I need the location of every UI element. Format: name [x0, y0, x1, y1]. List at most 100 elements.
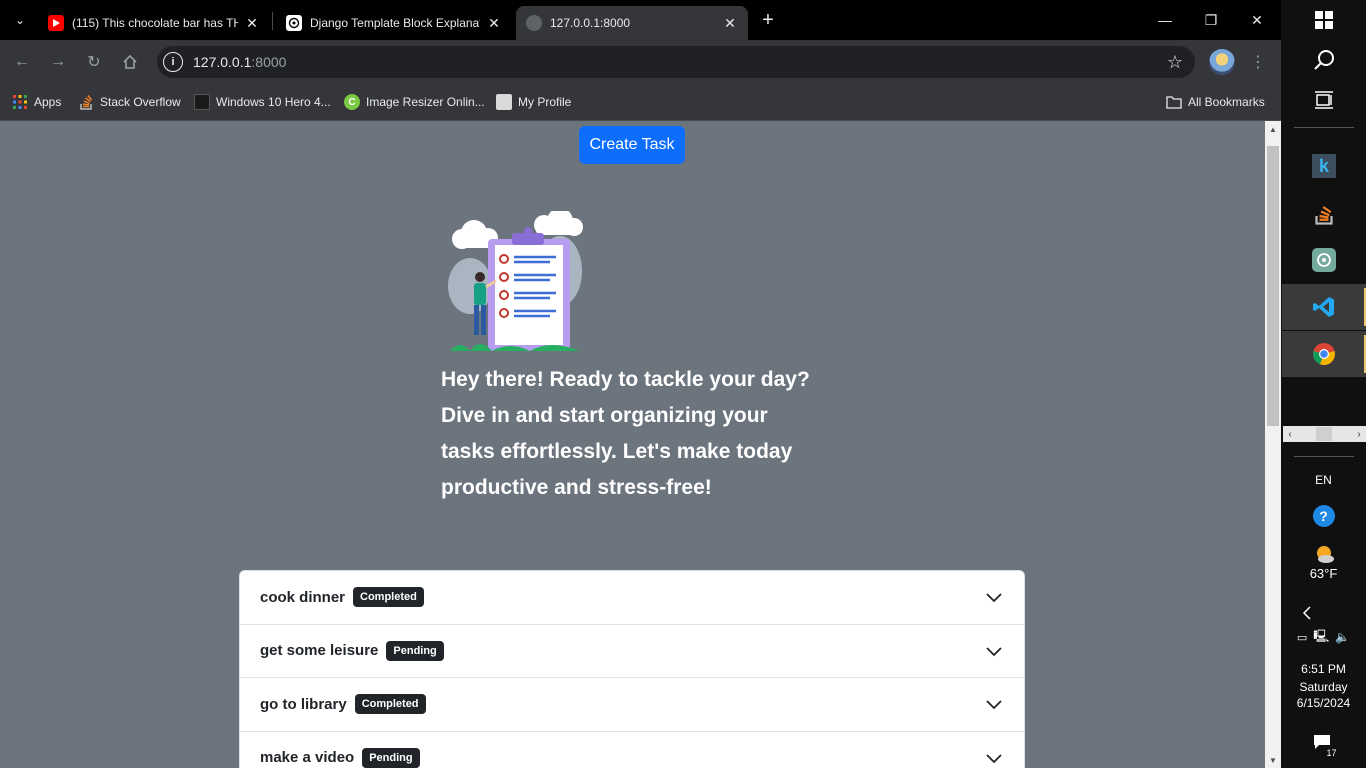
status-badge: Completed [353, 587, 424, 608]
language-indicator[interactable]: EN [1281, 473, 1366, 487]
clock-day[interactable]: Saturday [1281, 680, 1366, 694]
clock-time[interactable]: 6:51 PM [1281, 662, 1366, 676]
help-icon[interactable]: ? [1281, 504, 1366, 528]
bookmark-label: Windows 10 Hero 4... [216, 95, 331, 109]
status-badge: Pending [386, 640, 444, 661]
close-window-button[interactable]: ✕ [1234, 6, 1280, 34]
chevron-down-icon[interactable] [984, 641, 1004, 661]
bookmark-apps[interactable]: Apps [12, 92, 61, 112]
notifications-icon[interactable]: 17 [1281, 732, 1366, 758]
status-badge: Completed [354, 694, 426, 715]
chevron-down-icon[interactable] [984, 694, 1004, 714]
menu-dots-icon[interactable]: ⋮ [1250, 52, 1266, 72]
task-name: go to library [260, 695, 347, 713]
windows-hero-icon [194, 94, 210, 110]
task-item[interactable]: make a video Pending [240, 732, 1024, 768]
reload-icon[interactable]: ↻ [82, 50, 106, 74]
taskbar-app-vscode[interactable] [1282, 284, 1366, 330]
bookmark-label: My Profile [518, 95, 572, 109]
back-arrow-icon[interactable]: ← [10, 50, 34, 74]
forward-arrow-icon[interactable]: → [46, 50, 70, 74]
stackoverflow-icon [78, 94, 94, 110]
address-bar[interactable]: i 127.0.0.1:8000 ☆ [157, 46, 1195, 78]
page-viewport: Create Task Hey there! Ready to tackle y… [0, 121, 1265, 768]
page-scrollbar[interactable]: ▲ ▼ [1265, 121, 1281, 768]
task-item[interactable]: cook dinner Completed [240, 571, 1024, 625]
notification-count: 17 [1324, 748, 1339, 758]
chevron-left-icon[interactable]: ‹ [1283, 426, 1297, 442]
scrollbar-thumb[interactable] [1267, 146, 1279, 426]
home-icon[interactable] [118, 50, 142, 74]
welcome-message: Hey there! Ready to tackle your day? Div… [441, 368, 810, 499]
chevron-down-icon[interactable] [984, 748, 1004, 768]
volume-icon[interactable]: 🔈 [1335, 630, 1350, 644]
close-icon[interactable]: ✕ [244, 15, 260, 31]
task-name: get some leisure [260, 642, 379, 660]
apps-grid-icon [12, 94, 28, 110]
windows-start-icon[interactable] [1281, 8, 1366, 32]
windows-taskbar: k EN ? 63°F ▭ 🖳 🔈 6:51 PM Saturday 6/15/… [1281, 0, 1366, 768]
all-bookmarks-button[interactable]: All Bookmarks [1166, 92, 1265, 112]
tab-localhost[interactable]: 127.0.0.1:8000 ✕ [516, 6, 748, 40]
clock-date[interactable]: 6/15/2024 [1281, 696, 1366, 710]
tab-search-chevron-icon[interactable]: ⌄ [8, 8, 32, 32]
chrome-icon [1313, 343, 1335, 366]
k-app-icon: k [1312, 154, 1336, 178]
vscode-icon [1313, 297, 1334, 317]
bookmark-windows-hero[interactable]: Windows 10 Hero 4... [194, 92, 331, 112]
taskbar-app-chatgpt[interactable] [1282, 237, 1366, 283]
scroll-up-arrow-icon[interactable]: ▲ [1265, 121, 1281, 137]
close-icon[interactable]: ✕ [722, 15, 738, 31]
scroll-down-arrow-icon[interactable]: ▼ [1265, 752, 1281, 768]
network-icon[interactable]: 🖳 [1313, 627, 1329, 648]
bookmark-stackoverflow[interactable]: Stack Overflow [78, 92, 181, 112]
system-tray-icons[interactable]: ▭ 🖳 🔈 [1281, 628, 1366, 646]
chatgpt-icon [1312, 248, 1336, 272]
tab-title: Django Template Block Explanation [310, 16, 480, 30]
chevron-down-icon[interactable] [984, 587, 1004, 607]
create-task-button[interactable]: Create Task [579, 126, 685, 164]
bookmark-label: All Bookmarks [1188, 95, 1265, 109]
taskbar-app-chrome[interactable] [1282, 331, 1366, 377]
weather-temperature[interactable]: 63°F [1281, 566, 1366, 581]
tab-strip: ⌄ (115) This chocolate bar has THIS ✕ Dj… [0, 0, 1281, 40]
scroller-thumb[interactable] [1316, 427, 1332, 441]
url-text[interactable]: 127.0.0.1:8000 [193, 54, 286, 70]
task-checklist-illustration [448, 211, 583, 351]
stackoverflow-icon [1315, 206, 1333, 225]
tab-title: 127.0.0.1:8000 [550, 16, 631, 30]
task-item[interactable]: get some leisure Pending [240, 625, 1024, 678]
tab-youtube[interactable]: (115) This chocolate bar has THIS ✕ [38, 6, 270, 40]
weather-icon[interactable] [1281, 543, 1366, 565]
bookmark-label: Apps [34, 95, 62, 109]
taskbar-app-stackoverflow[interactable] [1282, 190, 1366, 236]
new-tab-button[interactable]: + [756, 8, 780, 32]
bookmark-image-resizer[interactable]: C Image Resizer Onlin... [344, 92, 485, 112]
task-name: make a video [260, 749, 355, 767]
bookmark-label: Stack Overflow [100, 95, 181, 109]
tab-chatgpt[interactable]: Django Template Block Explanation ✕ [276, 6, 512, 40]
profile-page-icon [496, 94, 512, 110]
browser-toolbar: ← → ↻ i 127.0.0.1:8000 ☆ ⋮ [0, 40, 1281, 84]
bookmark-my-profile[interactable]: My Profile [496, 92, 571, 112]
bookmark-star-icon[interactable]: ☆ [1167, 52, 1183, 73]
profile-avatar[interactable] [1207, 47, 1237, 77]
site-info-icon[interactable]: i [163, 52, 183, 72]
search-icon[interactable] [1281, 48, 1366, 72]
status-badge: Pending [362, 747, 420, 768]
bookmarks-bar: Apps Stack Overflow Windows 10 Hero 4...… [0, 84, 1281, 121]
battery-icon[interactable]: ▭ [1297, 631, 1307, 644]
chevron-right-icon[interactable]: › [1352, 426, 1366, 442]
task-accordion: cook dinner Completed get some leisure P… [239, 570, 1025, 768]
chevron-left-icon[interactable] [1264, 603, 1349, 623]
task-view-icon[interactable] [1281, 88, 1366, 112]
tray-overflow-scroller[interactable]: ‹ › [1283, 426, 1366, 442]
folder-icon [1166, 94, 1182, 110]
tab-title: (115) This chocolate bar has THIS [72, 16, 238, 30]
task-item[interactable]: go to library Completed [240, 678, 1024, 732]
chatgpt-icon [286, 15, 302, 31]
taskbar-app-k[interactable]: k [1282, 143, 1366, 189]
close-icon[interactable]: ✕ [486, 15, 502, 31]
minimize-button[interactable]: — [1142, 6, 1188, 34]
restore-button[interactable]: ❐ [1188, 6, 1234, 34]
